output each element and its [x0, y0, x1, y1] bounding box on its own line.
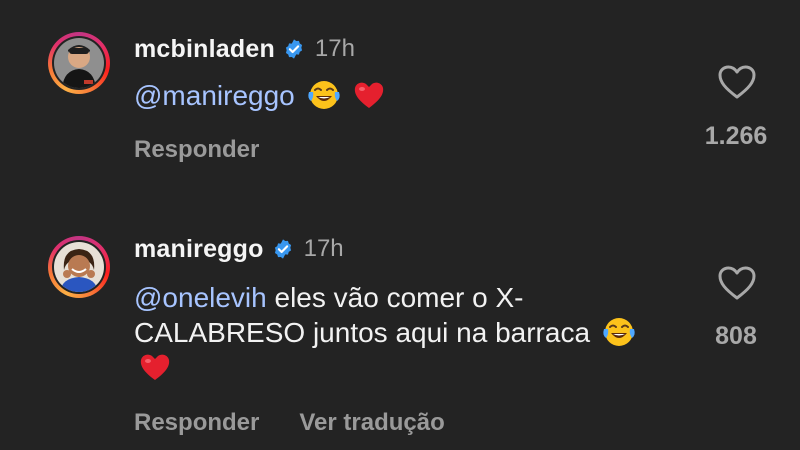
username[interactable]: manireggo — [134, 235, 264, 264]
like-heart-icon[interactable] — [717, 64, 757, 100]
timestamp: 17h — [314, 35, 355, 62]
face-with-tears-of-joy-icon — [307, 78, 341, 112]
mention-link[interactable]: @onelevih — [134, 282, 267, 313]
comment-header: manireggo 17h — [134, 234, 344, 264]
reply-button[interactable]: Responder — [134, 409, 259, 437]
reply-button[interactable]: Responder — [134, 136, 259, 164]
like-heart-icon[interactable] — [717, 265, 757, 301]
comment-header: mcbinladen 17h — [134, 34, 355, 64]
avatar[interactable] — [48, 236, 110, 298]
red-heart-icon — [352, 78, 386, 112]
like-count: 1.266 — [704, 122, 768, 150]
username[interactable]: mcbinladen — [134, 35, 275, 64]
avatar[interactable] — [48, 32, 110, 94]
comment-actions: Responder Ver tradução — [134, 409, 445, 437]
comment-text: @onelevih eles vão comer o X-CALABRESO j… — [134, 281, 674, 385]
see-translation-button[interactable]: Ver tradução — [299, 409, 444, 437]
verified-badge-icon — [272, 238, 294, 260]
comment-text: @manireggo — [134, 78, 674, 113]
face-with-tears-of-joy-icon — [602, 315, 636, 349]
verified-badge-icon — [283, 38, 305, 60]
timestamp: 17h — [303, 235, 344, 262]
avatar-photo — [54, 38, 104, 88]
avatar-photo — [54, 242, 104, 292]
like-count: 808 — [715, 322, 757, 350]
comment-actions: Responder — [134, 136, 259, 164]
red-heart-icon — [138, 350, 172, 384]
mention-link[interactable]: @manireggo — [134, 80, 295, 111]
